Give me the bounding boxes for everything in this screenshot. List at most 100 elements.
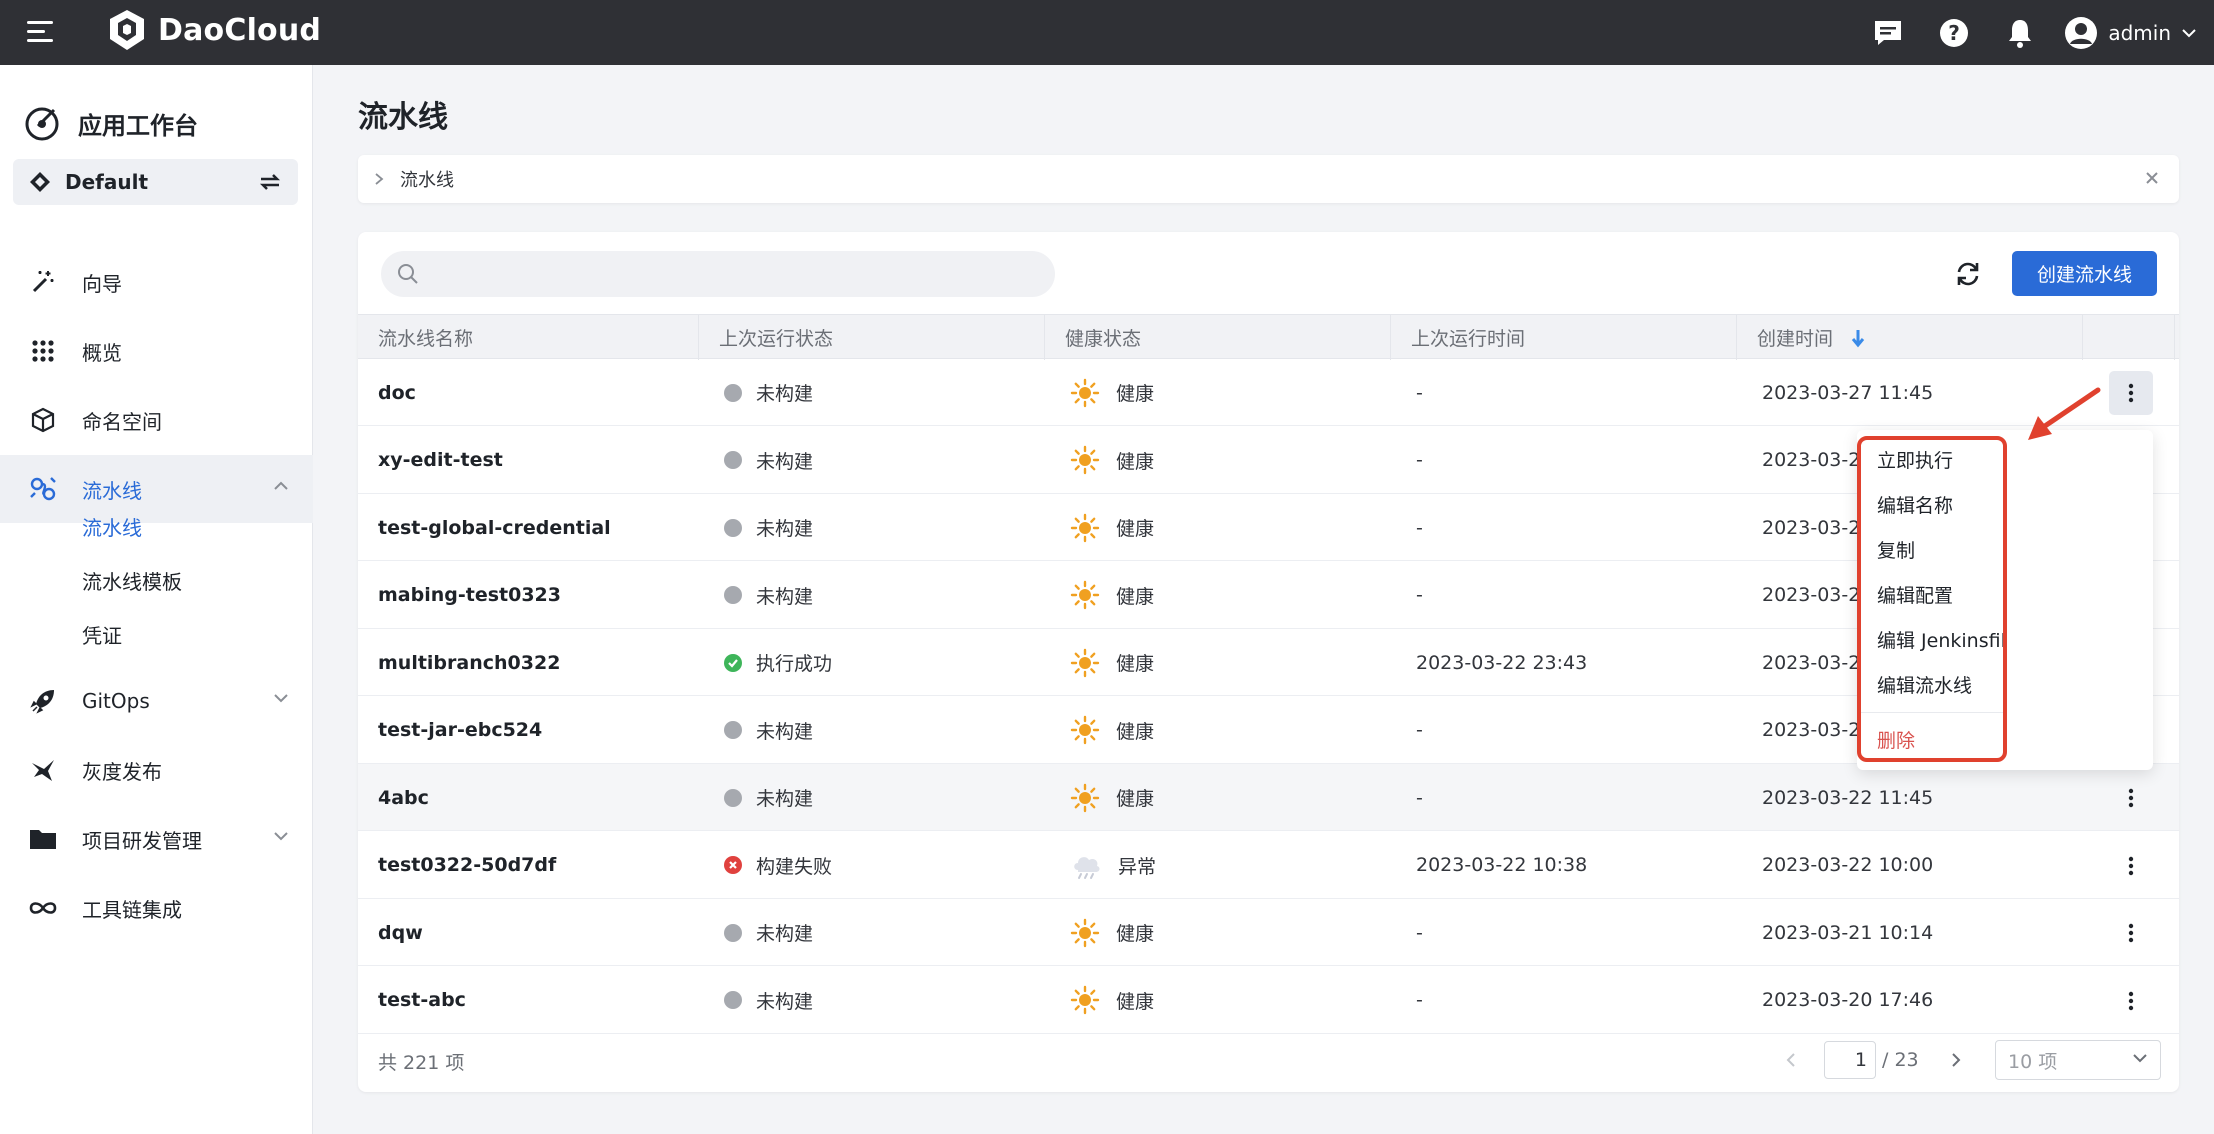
column-header-last-run[interactable]: 上次运行时间 [1391, 315, 1737, 360]
last-run-time: - [1416, 449, 1423, 471]
column-header-health[interactable]: 健康状态 [1045, 315, 1391, 360]
subnav-pipeline[interactable]: 流水线 [82, 512, 142, 541]
user-name: admin [2108, 20, 2171, 45]
table-row[interactable]: test0322-50d7df 构建失败 异常 2023-03-22 10:38 202… [358, 832, 2179, 899]
more-actions-icon[interactable] [2109, 844, 2153, 888]
nav-canary-release[interactable]: 灰度发布 [0, 736, 313, 804]
pipeline-name[interactable]: test0322-50d7df [378, 832, 556, 899]
workbench-icon [25, 107, 59, 141]
last-run-time: - [1416, 516, 1423, 539]
breadcrumb-item[interactable]: 流水线 [400, 166, 454, 192]
pipeline-name[interactable]: test-abc [378, 967, 466, 1034]
page-total: / 23 [1882, 1049, 1919, 1071]
pipeline-name[interactable]: 4abc [378, 764, 429, 831]
more-actions-icon[interactable] [2109, 371, 2153, 415]
pipeline-name[interactable]: test-global-credential [378, 494, 611, 561]
prev-page-icon[interactable] [1776, 1052, 1806, 1068]
message-icon[interactable] [1868, 13, 1908, 53]
nav-gitops[interactable]: GitOps [0, 667, 313, 735]
sunny-icon [1070, 513, 1100, 543]
pipeline-name[interactable]: multibranch0322 [378, 629, 560, 696]
pipeline-name[interactable]: doc [378, 359, 416, 426]
bell-icon[interactable] [2000, 13, 2040, 53]
last-run-status: 未构建 [724, 899, 813, 966]
magic-wand-icon [28, 267, 58, 297]
brand-logo[interactable]: DaoCloud [106, 5, 321, 55]
chevron-down-icon [2182, 28, 2196, 37]
rocket-icon [28, 686, 58, 716]
more-actions-icon[interactable] [2109, 979, 2153, 1023]
chevron-down-icon [274, 832, 288, 841]
created-time: 2023-03-21 10:14 [1762, 921, 1934, 944]
column-header-name[interactable]: 流水线名称 [358, 315, 699, 360]
nav-pipeline[interactable]: 流水线 [0, 455, 313, 523]
table-row[interactable]: 4abc 未构建 健康 - 2023-03-22 11:45 [358, 764, 2179, 831]
close-icon[interactable] [2143, 169, 2161, 187]
search-input[interactable] [431, 263, 1031, 285]
top-bar: DaoCloud ? admin [0, 0, 2214, 65]
page-number-input[interactable]: 1 [1824, 1041, 1876, 1079]
nav-project-dev[interactable]: 项目研发管理 [0, 805, 313, 873]
error-icon [724, 856, 742, 874]
table-footer: 共 221 项 1 / 23 10 项 [358, 1028, 2179, 1092]
pipeline-name[interactable]: dqw [378, 899, 423, 966]
last-run-status: 构建失败 [724, 832, 832, 899]
created-time: 2023-03-2 [1762, 651, 1861, 674]
table-header: 流水线名称 上次运行状态 健康状态 上次运行时间 创建时间 [358, 314, 2179, 360]
help-icon[interactable]: ? [1934, 13, 1974, 53]
menu-toggle-icon[interactable] [27, 17, 55, 47]
column-header-last-status[interactable]: 上次运行状态 [699, 315, 1045, 360]
table-row[interactable]: doc 未构建 健康 - 2023-03-27 11:45 [358, 359, 2179, 426]
pipeline-name[interactable]: test-jar-ebc524 [378, 697, 542, 764]
switch-icon[interactable] [258, 171, 282, 193]
subnav-credential[interactable]: 凭证 [82, 620, 122, 649]
create-pipeline-button[interactable]: 创建流水线 [2012, 251, 2157, 296]
health-status: 健康 [1070, 427, 1154, 494]
last-run-time: - [1416, 584, 1423, 606]
chevron-down-icon [2133, 1054, 2147, 1063]
nav-namespace[interactable]: 命名空间 [0, 386, 313, 454]
last-run-time: - [1416, 381, 1423, 404]
created-time: 2023-03-27 11:45 [1762, 381, 1934, 404]
pipeline-icon [28, 474, 58, 504]
column-header-created[interactable]: 创建时间 [1737, 315, 2083, 360]
pipeline-name[interactable]: xy-edit-test [378, 427, 503, 494]
subnav-pipeline-template[interactable]: 流水线模板 [82, 566, 182, 595]
page-size-select[interactable]: 10 项 [1995, 1040, 2161, 1080]
not-built-icon [724, 788, 742, 807]
user-menu[interactable]: admin [2064, 16, 2197, 50]
last-run-status: 未构建 [724, 494, 813, 561]
table-row[interactable]: test-abc 未构建 健康 - 2023-03-20 17:46 [358, 967, 2179, 1034]
annotation-highlight-box [1857, 436, 2007, 762]
workspace-switcher[interactable]: Default [13, 159, 298, 205]
last-run-time: 2023-03-22 23:43 [1416, 651, 1588, 674]
nav-toolchain[interactable]: 工具链集成 [0, 874, 313, 942]
sunny-icon [1070, 378, 1100, 408]
menu-clip [2003, 440, 2153, 760]
nav-guide[interactable]: 向导 [0, 248, 313, 316]
table-row[interactable]: dqw 未构建 健康 - 2023-03-21 10:14 [358, 899, 2179, 966]
workspace-icon [30, 172, 50, 192]
breadcrumb: 流水线 [358, 155, 2179, 203]
last-run-time: - [1416, 921, 1423, 944]
last-run-status: 未构建 [724, 697, 813, 764]
search-box[interactable] [381, 251, 1055, 297]
annotation-arrow-icon [2028, 387, 2101, 440]
total-count: 共 221 项 [378, 1052, 465, 1074]
pipeline-name[interactable]: mabing-test0323 [378, 562, 561, 629]
sunny-icon [1070, 445, 1100, 475]
sunny-icon [1070, 648, 1100, 678]
nav-overview[interactable]: 概览 [0, 317, 313, 385]
refresh-button[interactable] [1948, 254, 1988, 294]
created-time: 2023-03-2 [1762, 719, 1861, 741]
page-title: 流水线 [358, 100, 448, 135]
svg-text:?: ? [1949, 21, 1961, 45]
more-actions-icon[interactable] [2109, 911, 2153, 955]
more-actions-icon[interactable] [2109, 776, 2153, 820]
sort-desc-icon[interactable] [1851, 328, 1865, 348]
search-icon [398, 264, 418, 284]
app-title: 应用工作台 [24, 95, 198, 151]
success-icon [724, 653, 742, 672]
not-built-icon [724, 923, 742, 942]
next-page-icon[interactable] [1941, 1052, 1971, 1068]
